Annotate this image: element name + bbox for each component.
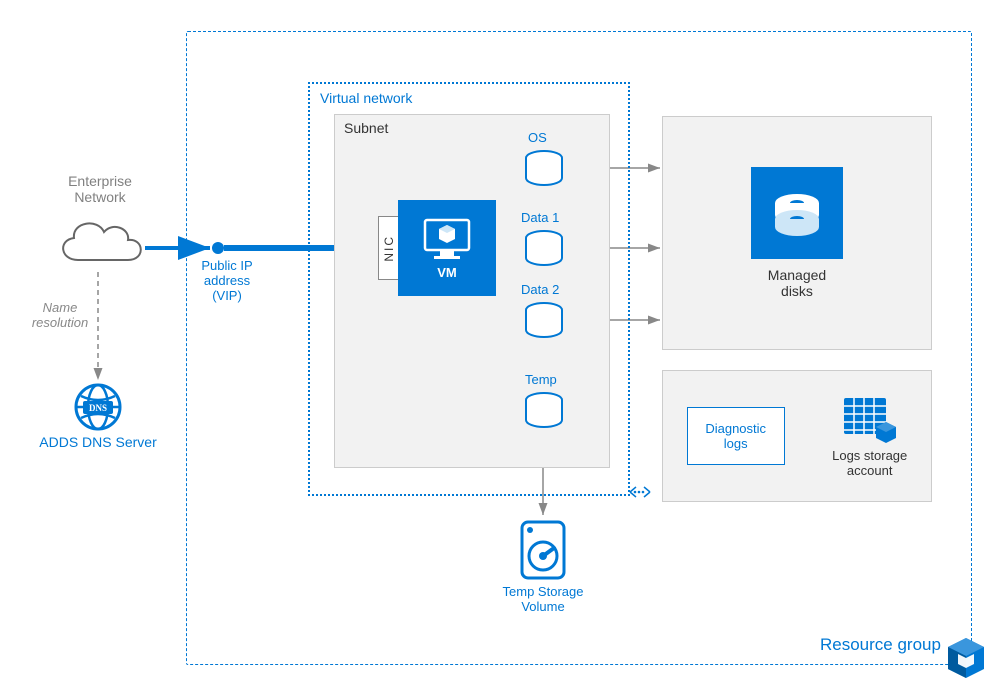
managed-disks-box: Managed disks (662, 116, 932, 350)
dns-icon: DNS (73, 382, 123, 432)
resource-group-icon (942, 634, 990, 682)
managed-disks-tile (751, 167, 843, 259)
vm-box: VM (398, 200, 496, 296)
dns-label: ADDS DNS Server (38, 434, 158, 450)
data2-disk-label: Data 2 (521, 282, 559, 297)
logs-storage-label: Logs storage account (832, 448, 907, 478)
vm-icon (422, 217, 472, 261)
virtual-network-label: Virtual network (320, 90, 412, 106)
public-ip-label: Public IP address (VIP) (192, 258, 262, 303)
vm-label: VM (437, 265, 457, 280)
diagram-canvas: Resource group Enterprise Network Name r… (0, 0, 1000, 692)
data1-disk-icon (523, 230, 565, 268)
data1-disk-label: Data 1 (521, 210, 559, 225)
logs-storage-account: Logs storage account (832, 394, 907, 478)
temp-disk-icon (523, 392, 565, 430)
enterprise-network-label: Enterprise Network (60, 173, 140, 205)
managed-disks-label: Managed disks (768, 267, 826, 299)
name-resolution-label: Name resolution (25, 300, 95, 330)
os-disk-icon (523, 150, 565, 188)
nic-label: NIC (382, 235, 396, 262)
os-disk-label: OS (528, 130, 547, 145)
data2-disk-icon (523, 302, 565, 340)
managed-disks-icon (769, 185, 825, 241)
diagnostic-logs: Diagnostic logs (687, 407, 785, 465)
subnet-label: Subnet (344, 120, 388, 136)
nic-tab: NIC (378, 216, 400, 280)
resource-group-label: Resource group (820, 635, 941, 655)
storage-account-icon (842, 394, 898, 444)
logs-box: Diagnostic logs Logs storage account (662, 370, 932, 502)
temp-storage-volume-label: Temp Storage Volume (493, 584, 593, 614)
cloud-icon (50, 212, 150, 272)
svg-text:DNS: DNS (89, 403, 107, 413)
temp-storage-volume-icon (516, 518, 570, 582)
temp-disk-label: Temp (525, 372, 557, 387)
